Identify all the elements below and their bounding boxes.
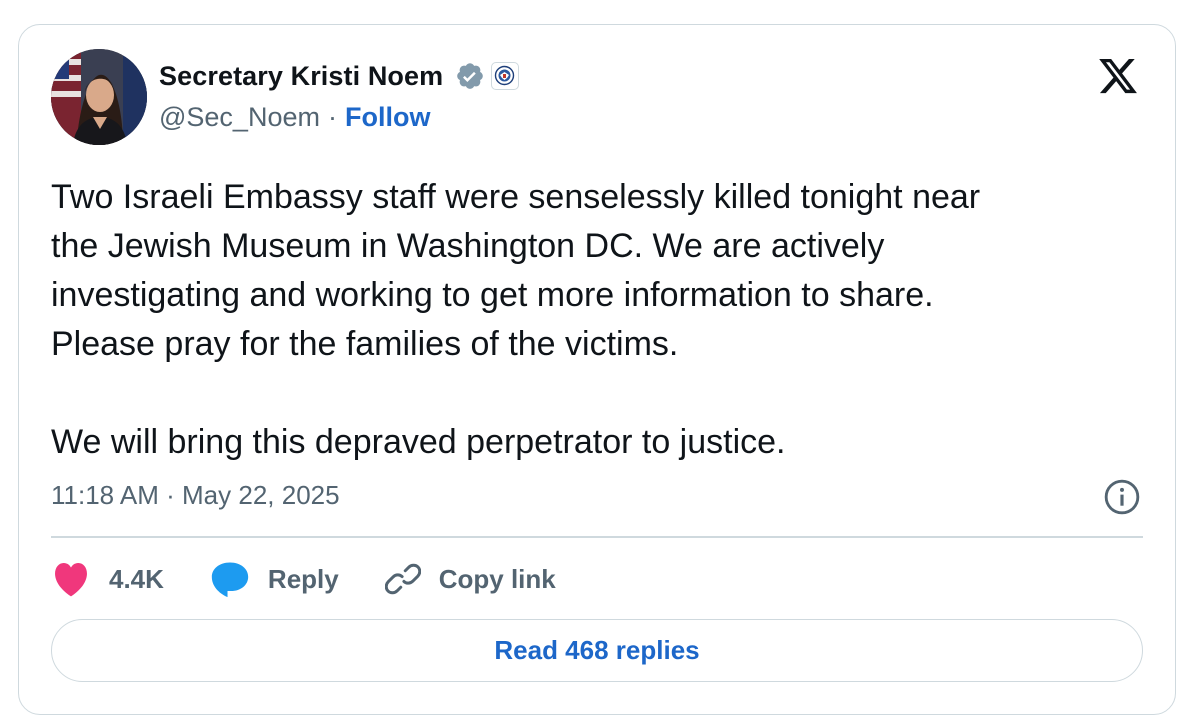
- verified-badge-icon[interactable]: [455, 61, 485, 91]
- speech-bubble-icon: [211, 562, 249, 598]
- reply-button[interactable]: Reply: [210, 560, 339, 598]
- copy-link-label: Copy link: [438, 563, 556, 594]
- link-icon: [384, 563, 421, 595]
- tweet-card: Secretary Kristi Noem @Sec_Noem · Follow…: [18, 24, 1176, 715]
- tweet-timestamp[interactable]: 11:18 AM · May 22, 2025: [51, 480, 340, 511]
- display-name[interactable]: Secretary Kristi Noem: [159, 61, 443, 92]
- avatar[interactable]: [51, 49, 147, 145]
- heart-icon: [55, 562, 87, 597]
- dhs-seal-icon[interactable]: [491, 62, 520, 90]
- separator-dot: ·: [327, 102, 337, 132]
- follow-link[interactable]: Follow: [345, 102, 430, 133]
- handle-row: @Sec_Noem · Follow: [159, 102, 430, 133]
- reply-label: Reply: [267, 563, 339, 594]
- copy-link-button[interactable]: Copy link: [384, 561, 556, 597]
- divider: [51, 536, 1143, 538]
- info-icon[interactable]: [1103, 478, 1141, 516]
- x-logo-icon[interactable]: [1095, 55, 1141, 97]
- read-replies-button[interactable]: Read 468 replies: [51, 619, 1143, 682]
- author-name-row: Secretary Kristi Noem: [159, 59, 520, 93]
- like-button[interactable]: 4.4K: [51, 561, 164, 597]
- tweet-text: Two Israeli Embassy staff were senseless…: [51, 178, 981, 461]
- tweet-actions: 4.4K Reply Copy link: [51, 557, 602, 601]
- user-handle[interactable]: @Sec_Noem: [159, 102, 320, 133]
- like-count: 4.4K: [109, 563, 164, 594]
